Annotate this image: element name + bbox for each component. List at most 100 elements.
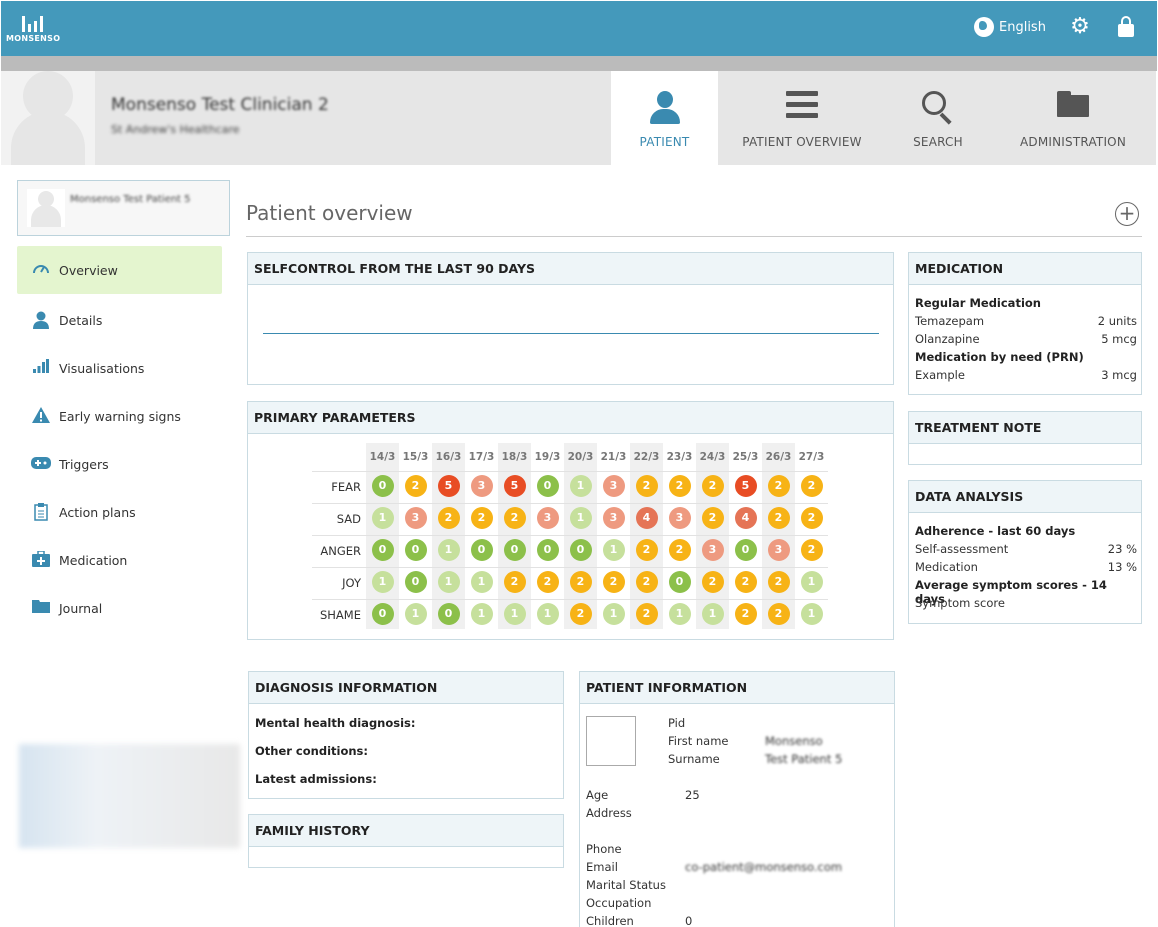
tab-patient[interactable]: PATIENT <box>611 71 718 165</box>
parameter-score[interactable]: 2 <box>569 571 592 593</box>
parameter-score[interactable]: 3 <box>602 475 625 497</box>
parameter-score[interactable]: 5 <box>734 475 757 497</box>
parameter-score[interactable]: 2 <box>800 475 823 497</box>
pid-label: Pid <box>668 716 686 730</box>
medication-panel: MEDICATION Regular Medication Temazepam … <box>908 252 1142 395</box>
parameter-score[interactable]: 2 <box>503 507 526 529</box>
parameter-score[interactable]: 1 <box>437 571 460 593</box>
parameter-score[interactable]: 2 <box>668 475 691 497</box>
parameter-score[interactable]: 5 <box>437 475 460 497</box>
parameter-score[interactable]: 0 <box>503 539 526 561</box>
parameter-score[interactable]: 2 <box>701 571 724 593</box>
parameter-score[interactable]: 0 <box>404 539 427 561</box>
sidebar-item-triggers[interactable]: Triggers <box>17 440 222 488</box>
parameter-score[interactable]: 4 <box>734 507 757 529</box>
sidebar-item-early-warning-signs[interactable]: Early warning signs <box>17 392 222 440</box>
tab-patient-overview[interactable]: PATIENT OVERVIEW <box>718 71 886 165</box>
parameter-score[interactable]: 2 <box>470 507 493 529</box>
parameter-score[interactable]: 2 <box>800 539 823 561</box>
parameter-score[interactable]: 1 <box>371 571 394 593</box>
medication-dose: 2 units <box>1097 314 1137 328</box>
parameter-score[interactable]: 1 <box>470 571 493 593</box>
parameter-score[interactable]: 1 <box>569 475 592 497</box>
parameter-score[interactable]: 3 <box>701 539 724 561</box>
parameter-score[interactable]: 3 <box>602 507 625 529</box>
parameter-score[interactable]: 1 <box>602 539 625 561</box>
parameter-score[interactable]: 3 <box>536 507 559 529</box>
parameter-score[interactable]: 0 <box>371 475 394 497</box>
parameter-score[interactable]: 0 <box>734 539 757 561</box>
parameter-score[interactable]: 2 <box>767 507 790 529</box>
parameter-score[interactable]: 2 <box>767 475 790 497</box>
patient-card[interactable]: Monsenso Test Patient 5 <box>17 180 230 236</box>
parameter-score[interactable]: 3 <box>404 507 427 529</box>
parameter-score[interactable]: 0 <box>371 539 394 561</box>
parameter-score[interactable]: 0 <box>536 475 559 497</box>
sidebar-item-action-plans[interactable]: Action plans <box>17 488 222 536</box>
patient-photo[interactable] <box>586 716 636 766</box>
parameter-score[interactable]: 0 <box>437 603 460 625</box>
parameter-score[interactable]: 0 <box>371 603 394 625</box>
parameter-score[interactable]: 1 <box>602 603 625 625</box>
sidebar-item-visualisations[interactable]: Visualisations <box>17 344 222 392</box>
parameter-score[interactable]: 1 <box>536 603 559 625</box>
logo-text: MONSENSO <box>6 34 61 43</box>
parameter-score[interactable]: 2 <box>767 571 790 593</box>
parameter-score[interactable]: 2 <box>503 571 526 593</box>
parameter-score[interactable]: 2 <box>734 571 757 593</box>
parameter-score[interactable]: 2 <box>536 571 559 593</box>
parameter-score[interactable]: 2 <box>668 539 691 561</box>
parameter-score[interactable]: 2 <box>404 475 427 497</box>
language-selector[interactable]: English <box>974 17 1046 37</box>
parameter-score[interactable]: 2 <box>635 539 658 561</box>
parameter-score[interactable]: 1 <box>701 603 724 625</box>
sidebar-item-medication[interactable]: Medication <box>17 536 222 584</box>
parameter-score[interactable]: 1 <box>668 603 691 625</box>
sidebar-item-overview[interactable]: Overview <box>17 246 222 294</box>
parameter-score[interactable]: 0 <box>536 539 559 561</box>
parameter-score[interactable]: 2 <box>437 507 460 529</box>
parameter-score[interactable]: 0 <box>569 539 592 561</box>
parameter-score[interactable]: 4 <box>635 507 658 529</box>
parameter-score[interactable]: 3 <box>767 539 790 561</box>
parameter-score[interactable]: 2 <box>635 571 658 593</box>
parameter-score[interactable]: 1 <box>569 507 592 529</box>
tab-administration[interactable]: ADMINISTRATION <box>990 71 1156 165</box>
parameter-score[interactable]: 0 <box>668 571 691 593</box>
lock-icon[interactable] <box>1116 16 1136 38</box>
adherence-row: Medication 13 % <box>915 560 1137 578</box>
gear-icon[interactable]: ⚙ <box>1068 15 1092 39</box>
parameter-score[interactable]: 2 <box>701 475 724 497</box>
parameter-score[interactable]: 1 <box>470 603 493 625</box>
parameter-score[interactable]: 2 <box>569 603 592 625</box>
parameter-score[interactable]: 3 <box>470 475 493 497</box>
sidebar-item-journal[interactable]: Journal <box>17 584 222 632</box>
parameter-score[interactable]: 1 <box>503 603 526 625</box>
parameter-score[interactable]: 1 <box>404 603 427 625</box>
parameter-score[interactable]: 2 <box>635 475 658 497</box>
tab-search[interactable]: SEARCH <box>886 71 990 165</box>
parameter-score[interactable]: 2 <box>734 603 757 625</box>
parameter-score[interactable]: 1 <box>437 539 460 561</box>
language-label: English <box>999 19 1046 35</box>
add-button[interactable]: + <box>1115 202 1139 226</box>
clinician-avatar[interactable] <box>1 71 95 165</box>
parameter-score[interactable]: 2 <box>602 571 625 593</box>
sidebar-item-details[interactable]: Details <box>17 296 222 344</box>
regular-medication-heading: Regular Medication <box>915 296 1041 310</box>
parameter-score[interactable]: 1 <box>800 571 823 593</box>
adherence-heading: Adherence - last 60 days <box>915 524 1076 538</box>
parameter-score[interactable]: 3 <box>668 507 691 529</box>
parameter-score[interactable]: 0 <box>404 571 427 593</box>
monsenso-logo[interactable]: MONSENSO <box>6 12 66 46</box>
parameter-score[interactable]: 1 <box>800 603 823 625</box>
parameter-score[interactable]: 0 <box>470 539 493 561</box>
parameter-score[interactable]: 2 <box>635 603 658 625</box>
row-divider <box>312 471 828 472</box>
parameter-score[interactable]: 2 <box>767 603 790 625</box>
parameter-score[interactable]: 2 <box>800 507 823 529</box>
parameter-score[interactable]: 5 <box>503 475 526 497</box>
parameter-score[interactable]: 2 <box>701 507 724 529</box>
row-divider <box>312 535 828 536</box>
parameter-score[interactable]: 1 <box>371 507 394 529</box>
